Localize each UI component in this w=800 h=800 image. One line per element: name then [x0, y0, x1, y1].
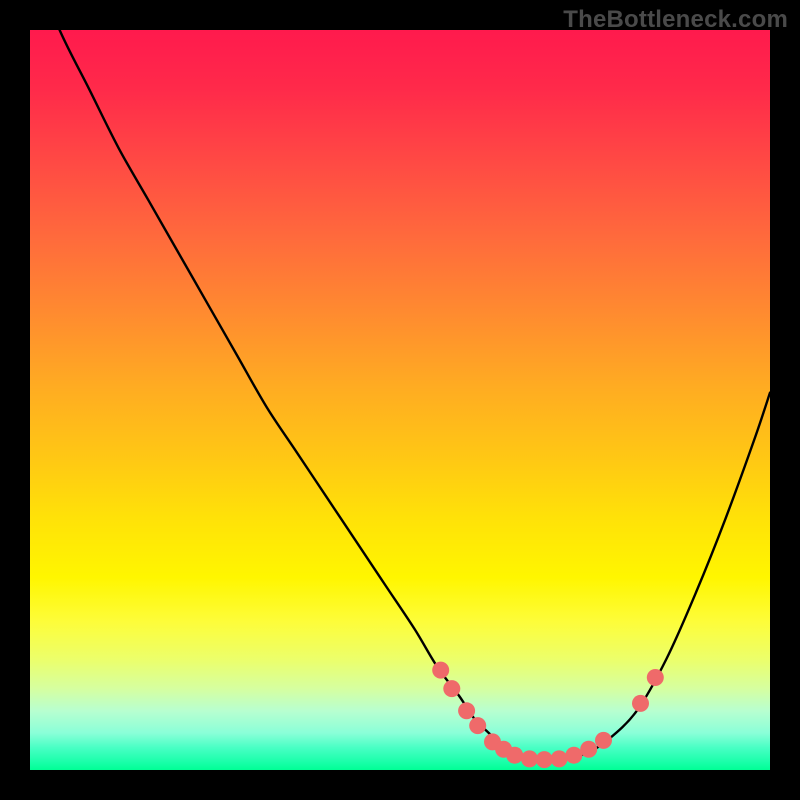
chart-frame: TheBottleneck.com: [0, 0, 800, 800]
bottleneck-curve: [30, 0, 770, 760]
curve-layer: [30, 30, 770, 770]
curve-dot: [580, 741, 597, 758]
curve-dot: [443, 680, 460, 697]
curve-dot: [536, 751, 553, 768]
watermark-text: TheBottleneck.com: [563, 6, 788, 34]
curve-dot: [551, 750, 568, 767]
curve-dot: [432, 662, 449, 679]
plot-area: [30, 30, 770, 770]
curve-dot: [458, 702, 475, 719]
curve-dots: [432, 662, 664, 769]
curve-dot: [506, 747, 523, 764]
curve-dot: [565, 747, 582, 764]
curve-dot: [632, 695, 649, 712]
curve-dot: [595, 732, 612, 749]
curve-dot: [469, 717, 486, 734]
curve-dot: [521, 750, 538, 767]
curve-dot: [647, 669, 664, 686]
